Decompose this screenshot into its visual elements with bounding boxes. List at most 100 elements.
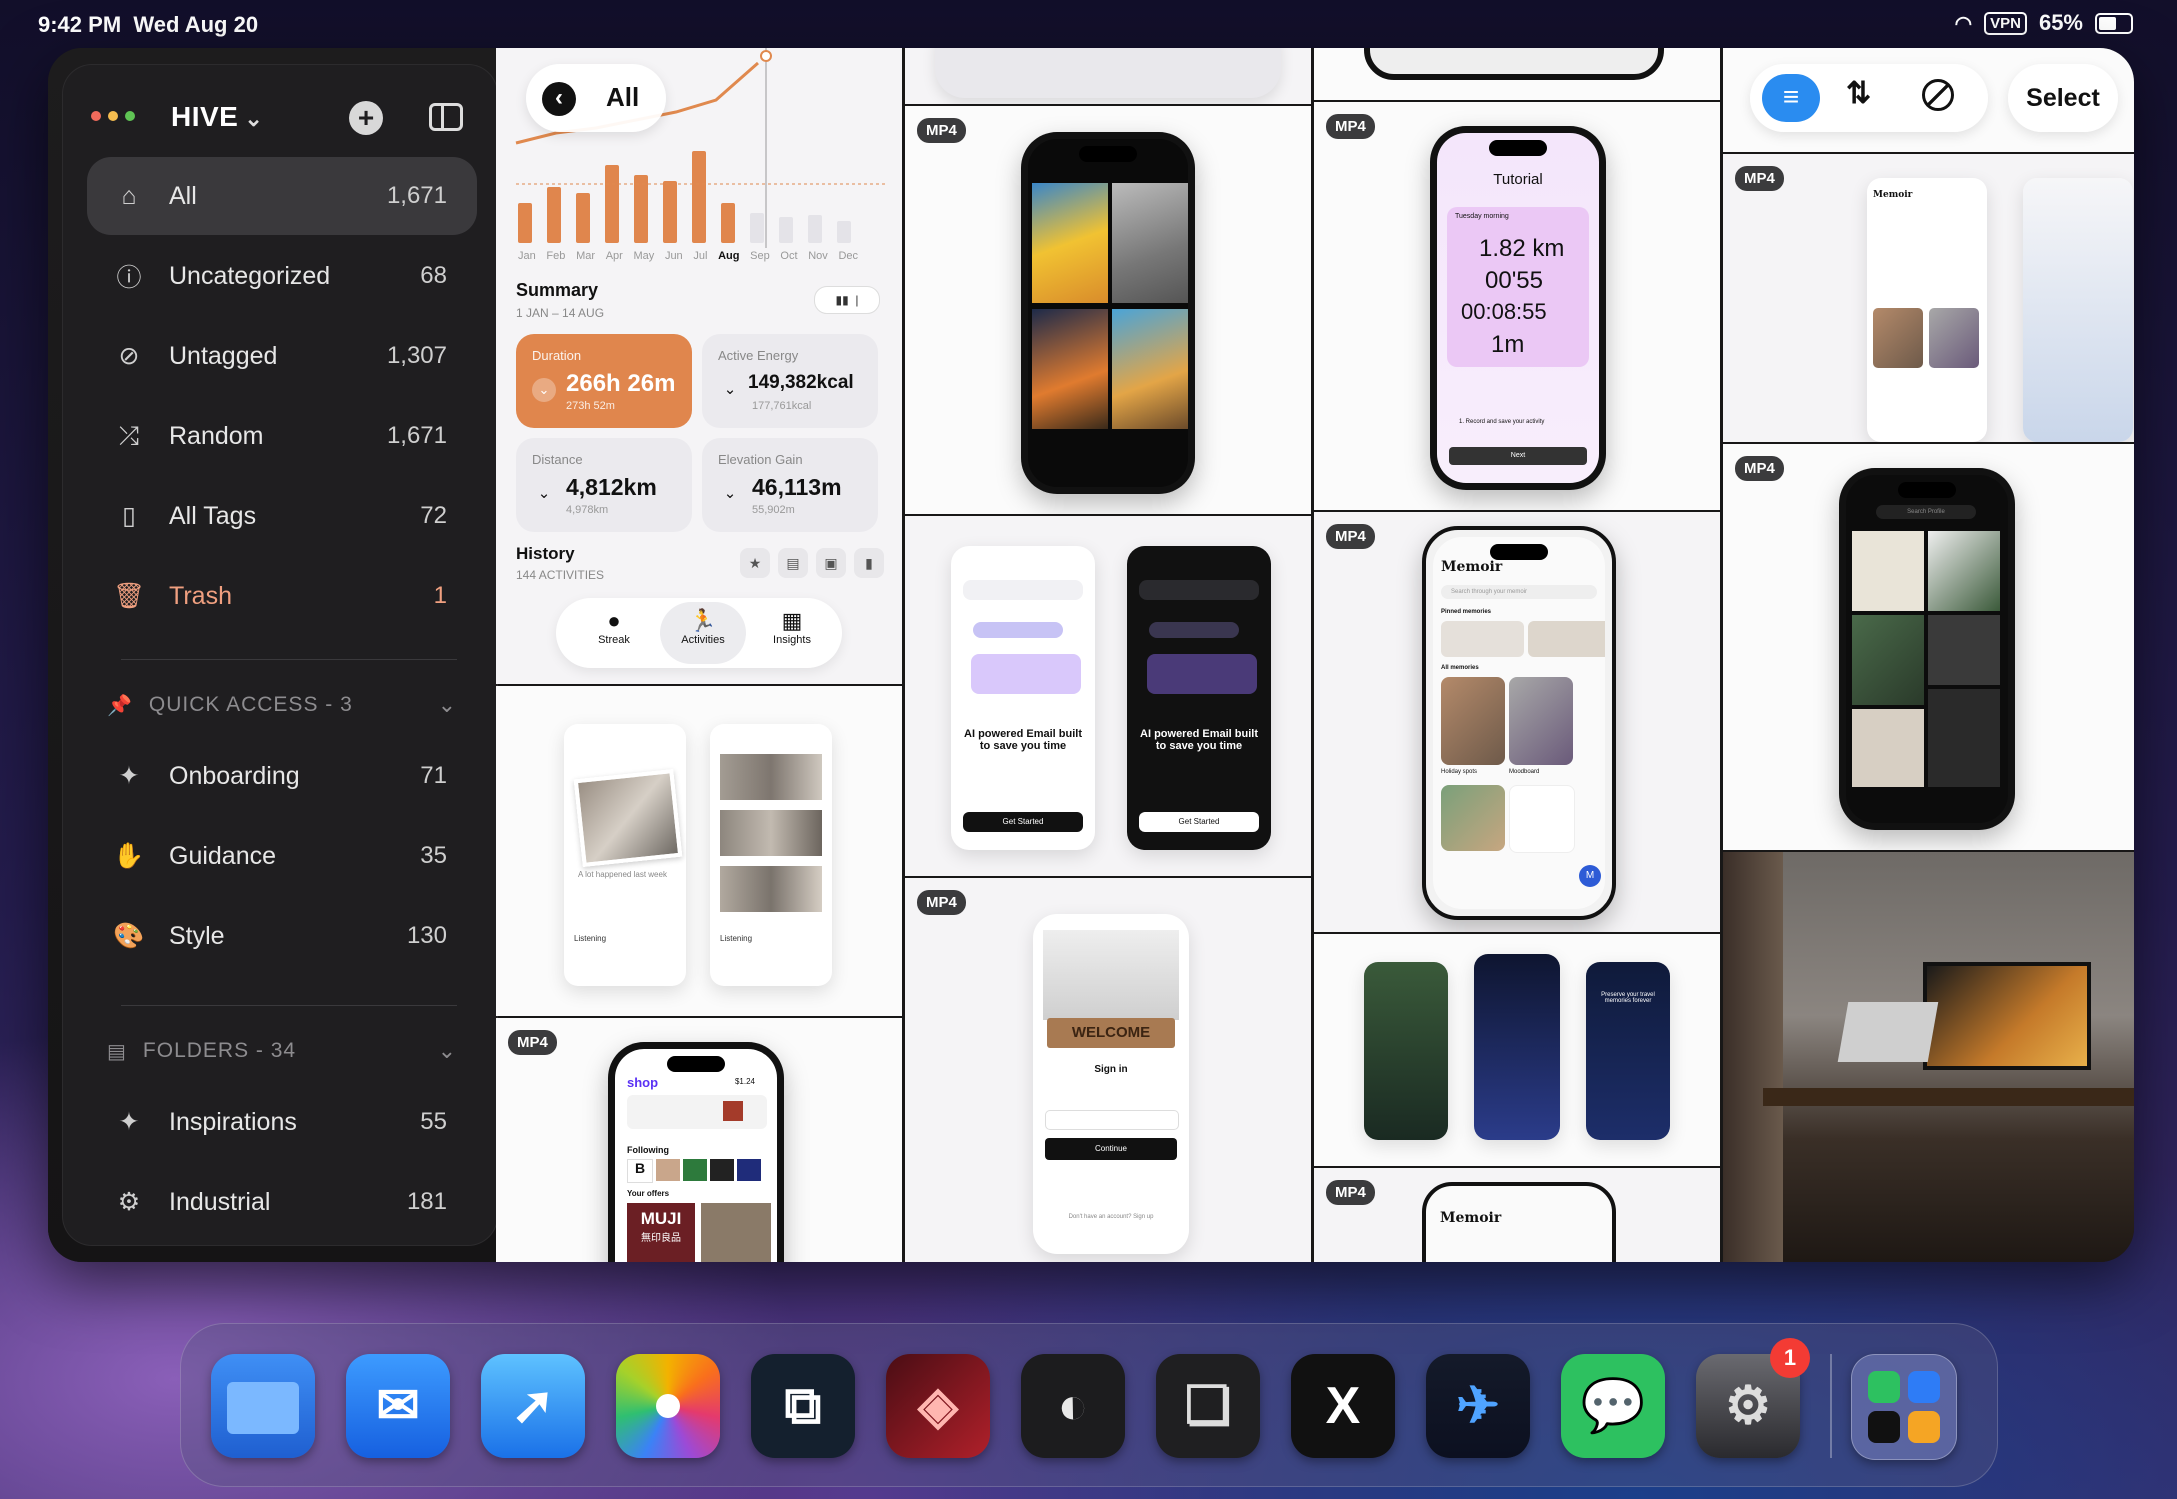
- vpn-badge: VPN: [1984, 11, 2027, 35]
- fitness-bar: [750, 213, 764, 243]
- grid-column-4: MP4 Memoir MP4 Search Profile: [1723, 48, 2134, 1262]
- media-tile-moodboard[interactable]: MP4 Search Profile: [1723, 444, 2134, 850]
- card-duration[interactable]: Duration ⌄ 266h 26m 273h 52m: [516, 334, 692, 428]
- sidebar-item-style[interactable]: 🎨 Style 130: [87, 897, 477, 975]
- files-app-icon[interactable]: [211, 1354, 315, 1458]
- testflight-app-icon[interactable]: ✈: [1426, 1354, 1530, 1458]
- media-tile-memoir[interactable]: MP4 Memoir Search through your memoir Pi…: [1314, 512, 1720, 932]
- sidebar-item-all-tags[interactable]: ▯ All Tags 72: [87, 477, 477, 555]
- hand-icon: ✋: [113, 841, 145, 870]
- gear-outline-icon: ⚙: [117, 1188, 141, 1216]
- quick-access-header[interactable]: 📌 QUICK ACCESS - 3 ⌄: [107, 685, 457, 725]
- card-active-energy[interactable]: Active Energy ⌄ 149,382kcal 177,761kcal: [702, 334, 878, 428]
- media-tile-welcome[interactable]: MP4 WELCOME Sign in Continue Don't have …: [905, 878, 1311, 1262]
- stat-duration: 1m: [1491, 331, 1525, 358]
- star-icon[interactable]: ★: [740, 548, 770, 578]
- window-controls[interactable]: [91, 111, 135, 121]
- wechat-app-icon[interactable]: 💬: [1561, 1354, 1665, 1458]
- get-started-button[interactable]: Get Started: [963, 812, 1083, 832]
- history-filters[interactable]: ★ ▤ ▣ ▮: [740, 548, 884, 578]
- appearance-toggle-icon[interactable]: [1922, 79, 1954, 111]
- card-distance[interactable]: Distance ⌄ 4,812km 4,978km: [516, 438, 692, 532]
- app-window: HIVE ⌄ + ⌂ All 1,671 ⓘ Uncategorized 68 ⊘ Unta…: [48, 48, 2134, 1262]
- mail-app-icon[interactable]: ✉: [346, 1354, 450, 1458]
- all-memories-label: All memories: [1441, 665, 1479, 671]
- library-switcher[interactable]: HIVE ⌄: [171, 101, 263, 133]
- polaroid-caption: A lot happened last week: [578, 870, 667, 879]
- shuffle-icon: ⤮: [118, 421, 139, 450]
- card-value: 266h 26m: [566, 370, 676, 397]
- back-button[interactable]: ‹ All: [526, 64, 666, 132]
- chevron-down-icon: ⌄: [437, 1038, 457, 1063]
- settings-app-icon[interactable]: ⚙ 1: [1696, 1338, 1810, 1458]
- select-button[interactable]: Select: [2008, 64, 2118, 132]
- card-sub: 55,902m: [752, 504, 795, 516]
- media-tile-fitness[interactable]: Jan Feb Mar Apr May Jun Jul Aug Sep Oct Nov Dec Sum…: [496, 48, 902, 684]
- media-tile-memoir-flows[interactable]: MP4 Memoir: [1723, 154, 2134, 442]
- sidebar-item-trash[interactable]: 🗑 Trash 1: [87, 557, 477, 635]
- sidebar-toggle-icon[interactable]: [429, 103, 463, 131]
- divider: [121, 1005, 457, 1006]
- tab-streak[interactable]: ● Streak: [574, 608, 654, 646]
- media-tile-email-onboarding[interactable]: AI powered Email built to save you time …: [905, 516, 1311, 876]
- media-tile-travel[interactable]: Preserve your travel memories forever: [1314, 934, 1720, 1166]
- layers-app-icon[interactable]: ❏: [1156, 1354, 1260, 1458]
- chart-toggle[interactable]: ▮▮ |: [814, 286, 880, 314]
- sidebar-item-onboarding[interactable]: ✦ Onboarding 71: [87, 737, 477, 815]
- x-app-icon[interactable]: X: [1291, 1354, 1395, 1458]
- media-tile-polaroid[interactable]: A lot happened last week Listening Liste…: [496, 686, 902, 1016]
- resize-app-icon[interactable]: ⧉: [751, 1354, 855, 1458]
- sidebar-item-random[interactable]: ⤮ Random 1,671: [87, 397, 477, 475]
- media-tile-tutorial[interactable]: MP4 Tutorial Tuesday morning 1.82 km 00'…: [1314, 102, 1720, 510]
- app-library-icon[interactable]: [1851, 1354, 1957, 1460]
- filter-lines-icon[interactable]: ≡: [1762, 74, 1820, 122]
- folders-header[interactable]: ▤ FOLDERS - 34 ⌄: [107, 1031, 457, 1071]
- waveform-icon[interactable]: ▮: [854, 548, 884, 578]
- sidebar-item-inspirations[interactable]: ✦ Inspirations 55: [87, 1083, 477, 1161]
- shop-price: $1.24: [734, 1077, 755, 1086]
- safari-app-icon[interactable]: ➚: [481, 1354, 585, 1458]
- memoir-title: Memoir: [1873, 190, 1913, 200]
- media-tile-memoir-2[interactable]: MP4 Memoir: [1314, 1168, 1720, 1262]
- sidebar-item-uncategorized[interactable]: ⓘ Uncategorized 68: [87, 237, 477, 315]
- tab-activities[interactable]: 🏃 Activities: [660, 602, 746, 664]
- profile-search[interactable]: Search Profile: [1876, 505, 1976, 519]
- continue-button[interactable]: Continue: [1045, 1138, 1177, 1160]
- media-tile-desk-photo[interactable]: [1723, 852, 2134, 1262]
- view-tools: ≡ ⇅: [1750, 64, 1988, 132]
- tab-insights[interactable]: ▦ Insights: [752, 608, 832, 646]
- tag-slash-icon: ⊘: [118, 342, 140, 370]
- image-icon[interactable]: ▣: [816, 548, 846, 578]
- media-tile-shop[interactable]: MP4 shop $1.24 Following B Your offers M…: [496, 1018, 902, 1262]
- trash-icon: 🗑: [113, 581, 145, 610]
- mp4-badge: MP4: [508, 1030, 557, 1055]
- photos-app-icon[interactable]: [616, 1354, 720, 1458]
- linear-app-icon[interactable]: ◐: [1021, 1354, 1125, 1458]
- runner-icon: 🏃: [689, 608, 717, 633]
- sort-arrows-icon[interactable]: ⇅: [1846, 76, 1871, 111]
- history-sub: 144 ACTIVITIES: [516, 568, 605, 582]
- sidebar-item-industrial[interactable]: ⚙ Industrial 181: [87, 1163, 477, 1241]
- media-tile-partial-phone[interactable]: [1314, 48, 1720, 100]
- next-button[interactable]: Next: [1449, 447, 1587, 465]
- red-card-app-icon[interactable]: ◈: [886, 1354, 990, 1458]
- sidebar-item-untagged[interactable]: ⊘ Untagged 1,307: [87, 317, 477, 395]
- media-tile-image-gen[interactable]: MP4: [905, 106, 1311, 514]
- card-elevation[interactable]: Elevation Gain ⌄ 46,113m 55,902m: [702, 438, 878, 532]
- doc-icon[interactable]: ▤: [778, 548, 808, 578]
- question-circle-icon: ⓘ: [116, 264, 142, 292]
- card-sub: 4,978km: [566, 504, 609, 516]
- month-label: Nov: [808, 250, 828, 262]
- card-value: 149,382kcal: [748, 372, 854, 393]
- tutorial-step: 1. Record and save your activity: [1459, 419, 1545, 425]
- media-tile-partial[interactable]: [905, 48, 1311, 104]
- tab-bar: ● Streak 🏃 Activities ▦ Insights: [556, 598, 842, 668]
- add-button[interactable]: +: [349, 101, 383, 135]
- memoir-search[interactable]: Search through your memoir: [1441, 585, 1597, 599]
- get-started-button-dark[interactable]: Get Started: [1139, 812, 1259, 832]
- heart-icon: ●: [607, 608, 621, 633]
- sidebar-item-all[interactable]: ⌂ All 1,671: [87, 157, 477, 235]
- sidebar-item-guidance[interactable]: ✋ Guidance 35: [87, 817, 477, 895]
- fitness-bar: [518, 203, 532, 243]
- month-label: Dec: [838, 250, 858, 262]
